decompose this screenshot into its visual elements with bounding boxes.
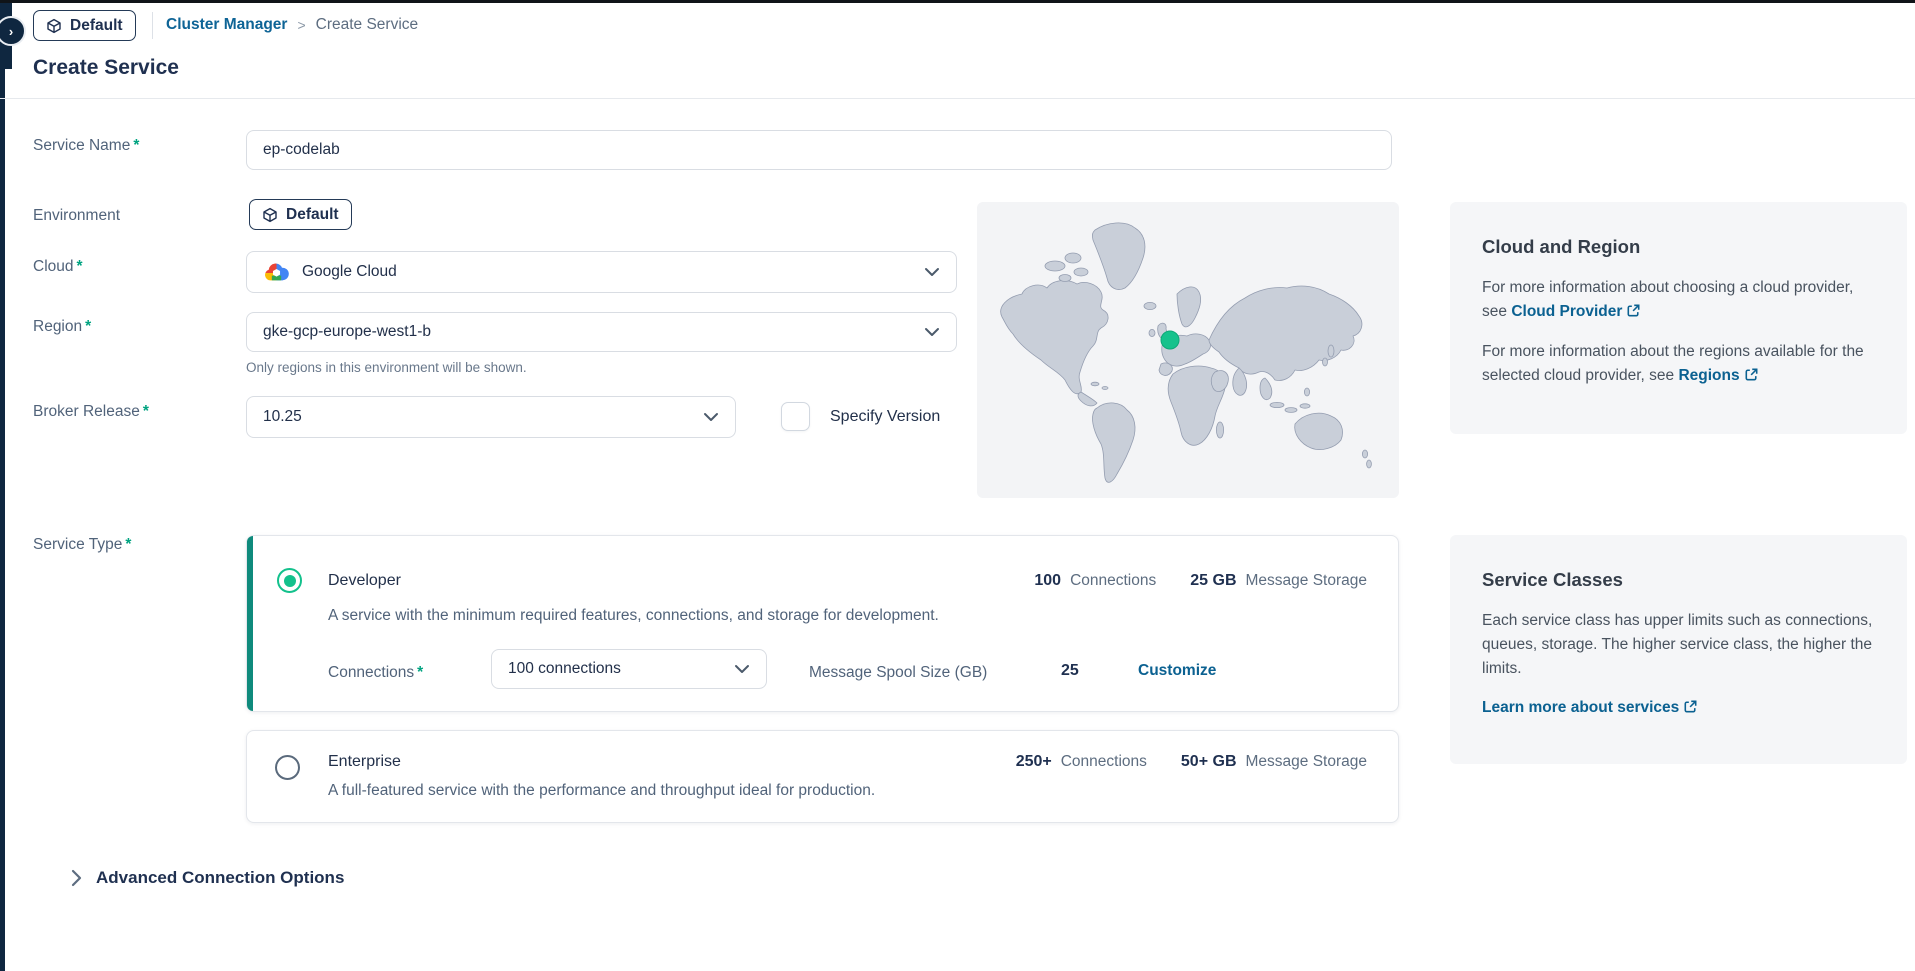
environment-badge-label: Default	[70, 17, 123, 35]
enterprise-radio[interactable]	[275, 755, 300, 780]
service-classes-body: Each service class has upper limits such…	[1482, 609, 1875, 681]
developer-description: A service with the minimum required feat…	[328, 607, 939, 625]
service-name-input[interactable]	[246, 130, 1392, 170]
service-type-card-enterprise[interactable]: Enterprise 250+ Connections 50+ GB Messa…	[246, 730, 1399, 823]
specify-version-label: Specify Version	[830, 408, 940, 426]
breadcrumb-cluster-manager[interactable]: Cluster Manager	[166, 16, 287, 34]
message-spool-size-label: Message Spool Size (GB)	[809, 664, 987, 682]
header-rule	[0, 98, 1915, 99]
chevron-down-icon	[703, 412, 719, 422]
chevron-down-icon	[924, 327, 940, 337]
collapsed-sidebar-edge	[0, 3, 5, 971]
environment-badge[interactable]: Default	[33, 10, 136, 41]
service-type-label: Service Type*	[33, 536, 131, 554]
developer-radio[interactable]	[277, 568, 302, 593]
chevron-down-icon	[734, 664, 750, 674]
region-label: Region*	[33, 318, 91, 336]
service-name-label: Service Name*	[33, 137, 139, 155]
environment-chip-label: Default	[286, 206, 339, 224]
cloud-region-paragraph-1: For more information about choosing a cl…	[1482, 276, 1875, 324]
breadcrumb: Cluster Manager > Create Service	[166, 16, 418, 34]
google-cloud-icon	[263, 262, 290, 283]
chevron-right-icon: ›	[9, 24, 13, 39]
external-link-icon	[1684, 700, 1697, 713]
connections-select[interactable]: 100 connections	[491, 649, 767, 689]
service-type-card-developer[interactable]: Developer 100 Connections 25 GB Message …	[246, 535, 1399, 712]
advanced-connection-options-label: Advanced Connection Options	[96, 868, 344, 888]
service-classes-panel-title: Service Classes	[1482, 569, 1875, 591]
specify-version-checkbox[interactable]	[781, 402, 810, 431]
cloud-select[interactable]: Google Cloud	[246, 251, 957, 293]
cloud-provider-link[interactable]: Cloud Provider	[1511, 303, 1640, 320]
broker-release-value: 10.25	[263, 408, 302, 426]
broker-release-label: Broker Release*	[33, 403, 149, 421]
connections-field-label: Connections*	[328, 664, 423, 682]
cloud-select-value: Google Cloud	[302, 263, 397, 281]
region-map-panel	[977, 202, 1399, 498]
region-helper-text: Only regions in this environment will be…	[246, 360, 527, 375]
enterprise-connections-label: Connections	[1061, 753, 1147, 771]
environment-label: Environment	[33, 207, 120, 225]
region-select-value: gke-gcp-europe-west1-b	[263, 323, 431, 341]
regions-link[interactable]: Regions	[1678, 367, 1757, 384]
header-divider	[152, 12, 153, 39]
enterprise-stats: 250+ Connections 50+ GB Message Storage	[1016, 753, 1367, 771]
developer-storage-value: 25 GB	[1190, 572, 1236, 590]
enterprise-storage-value: 50+ GB	[1181, 753, 1237, 771]
sidebar-expand-toggle[interactable]: ›	[0, 16, 26, 46]
page-title: Create Service	[33, 56, 179, 80]
external-link-icon	[1745, 368, 1758, 381]
connections-select-value: 100 connections	[508, 660, 621, 678]
external-link-icon	[1627, 304, 1640, 317]
message-spool-size-value: 25	[1061, 662, 1079, 680]
cube-icon	[46, 18, 62, 34]
customize-link[interactable]: Customize	[1138, 662, 1216, 680]
cloud-region-panel-title: Cloud and Region	[1482, 236, 1875, 258]
selected-card-accent	[247, 536, 253, 711]
enterprise-connections-value: 250+	[1016, 753, 1052, 771]
region-marker	[1161, 331, 1179, 349]
chevron-right-icon	[70, 869, 82, 887]
service-classes-info-panel: Service Classes Each service class has u…	[1450, 535, 1907, 764]
environment-chip[interactable]: Default	[249, 199, 352, 230]
region-select[interactable]: gke-gcp-europe-west1-b	[246, 312, 957, 352]
enterprise-title: Enterprise	[328, 753, 401, 771]
developer-storage-label: Message Storage	[1246, 572, 1368, 590]
cloud-label: Cloud*	[33, 258, 83, 276]
developer-title: Developer	[328, 572, 401, 590]
chevron-down-icon	[924, 267, 940, 277]
advanced-connection-options-toggle[interactable]: Advanced Connection Options	[70, 868, 344, 888]
breadcrumb-separator: >	[297, 17, 305, 33]
world-map	[977, 202, 1399, 498]
enterprise-storage-label: Message Storage	[1246, 753, 1368, 771]
cloud-region-info-panel: Cloud and Region For more information ab…	[1450, 202, 1907, 434]
breadcrumb-current: Create Service	[316, 16, 419, 34]
learn-more-services-link[interactable]: Learn more about services	[1482, 699, 1697, 716]
developer-stats: 100 Connections 25 GB Message Storage	[1034, 572, 1367, 590]
broker-release-select[interactable]: 10.25	[246, 396, 736, 438]
window-top-edge	[0, 0, 1915, 3]
developer-connections-value: 100	[1034, 572, 1061, 590]
developer-connections-label: Connections	[1070, 572, 1156, 590]
cube-icon	[262, 207, 278, 223]
cloud-region-paragraph-2: For more information about the regions a…	[1482, 340, 1875, 388]
enterprise-description: A full-featured service with the perform…	[328, 782, 875, 800]
